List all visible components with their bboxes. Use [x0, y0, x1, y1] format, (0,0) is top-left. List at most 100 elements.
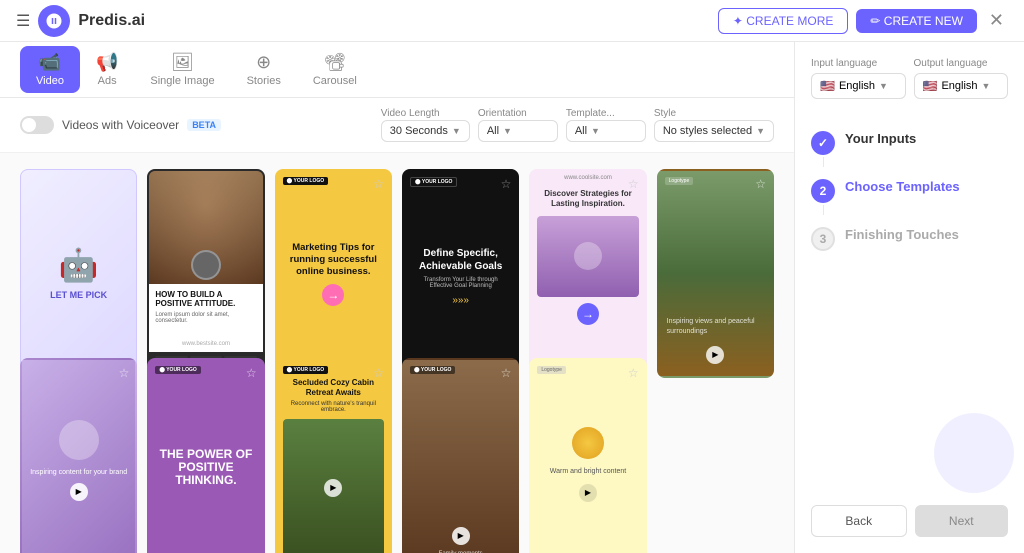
output-language-value: English: [941, 80, 977, 92]
step-2-content: Choose Templates: [845, 179, 960, 194]
template-card-5[interactable]: ☆ www.coolsite.com Discover Strategies f…: [529, 169, 646, 378]
bookmark-icon[interactable]: ☆: [373, 177, 384, 191]
ads-tab-label: Ads: [98, 75, 117, 87]
chevron-down-icon: ▼: [879, 81, 888, 91]
template-5-title: Discover Strategies for Lasting Inspirat…: [537, 189, 638, 210]
video-length-label: Video Length: [381, 108, 470, 119]
template-card-7[interactable]: ☆ Inspiring content for your brand ▶: [20, 358, 137, 553]
tab-ads[interactable]: 📢 Ads: [80, 46, 134, 93]
logo-text: Predis.ai: [78, 12, 145, 30]
tab-stories[interactable]: ⊕ Stories: [231, 46, 297, 93]
play-button-9[interactable]: ▶: [324, 479, 342, 497]
logo-badge-8: ⬤ YOUR LOGO: [155, 366, 200, 374]
template-card-3[interactable]: ☆ ⬤ YOUR LOGO Marketing Tips for running…: [275, 169, 392, 378]
template-card-2[interactable]: ☆ HOW TO BUILD A POSITIVE ATTITUDE. Lore…: [147, 169, 264, 378]
step-3-title: Finishing Touches: [845, 227, 959, 242]
top-bar: ☰ Predis.ai ✦ CREATE MORE ✏ CREATE NEW ✕: [0, 0, 1024, 42]
step-2-title: Choose Templates: [845, 179, 960, 194]
chevron-down-icon: ▼: [503, 126, 512, 136]
template-4-title: Define Specific, Achievable Goals: [412, 248, 509, 273]
back-button[interactable]: Back: [811, 505, 907, 537]
bookmark-icon[interactable]: ☆: [501, 366, 512, 380]
bookmark-icon[interactable]: ☆: [755, 177, 766, 191]
template-card-6[interactable]: ☆ Logotype Inspiring views and peaceful …: [657, 169, 774, 378]
arrow-button-3: →: [322, 284, 344, 306]
tab-single-image[interactable]: 🖼 Single Image: [134, 46, 230, 93]
single-image-tab-icon: 🖼: [171, 52, 194, 73]
input-language-select[interactable]: 🇺🇸 English ▼: [811, 73, 906, 99]
style-select[interactable]: No styles selected ▼: [654, 120, 774, 142]
step-choose-templates: 2 Choose Templates: [811, 167, 1008, 215]
template-card-11[interactable]: ☆ Logotype Warm and bright content ▶: [529, 358, 646, 553]
output-flag-icon: 🇺🇸: [923, 79, 938, 93]
video-tab-icon: 📹: [39, 52, 61, 73]
close-button[interactable]: ✕: [985, 6, 1008, 35]
carousel-tab-label: Carousel: [313, 75, 357, 87]
style-filter[interactable]: Style No styles selected ▼: [654, 108, 774, 142]
orientation-filter[interactable]: Orientation All ▼: [478, 108, 558, 142]
video-length-filter[interactable]: Video Length 30 Seconds ▼: [381, 108, 470, 142]
step-2-circle: 2: [811, 179, 835, 203]
template-grid: 🤖 LET ME PICK ☆ HOW TO BUILD A POSITIVE …: [0, 153, 794, 553]
logo-badge-10: ⬤ YOUR LOGO: [410, 366, 455, 374]
let-me-pick-card[interactable]: 🤖 LET ME PICK: [20, 169, 137, 378]
tab-bar: 📹 Video 📢 Ads 🖼 Single Image ⊕: [0, 42, 794, 98]
decorative-circle: [934, 413, 1014, 493]
template-card-4[interactable]: ☆ ⬤ YOUR LOGO Define Specific, Achievabl…: [402, 169, 519, 378]
play-button-10[interactable]: ▶: [452, 527, 470, 545]
next-button[interactable]: Next: [915, 505, 1009, 537]
bookmark-icon[interactable]: ☆: [501, 177, 512, 191]
template-8-title: The Power of Positive Thinking.: [157, 448, 254, 488]
input-language-value: English: [839, 80, 875, 92]
create-more-button[interactable]: ✦ CREATE MORE: [718, 8, 849, 34]
bookmark-icon[interactable]: ☆: [246, 366, 257, 380]
single-image-tab-label: Single Image: [150, 75, 214, 87]
template-card-8[interactable]: ☆ ⬤ YOUR LOGO The Power of Positive Thin…: [147, 358, 264, 553]
video-tab-label: Video: [36, 75, 64, 87]
chevron-down-icon: ▼: [452, 126, 461, 136]
step-3-content: Finishing Touches: [845, 227, 959, 242]
play-button-7[interactable]: ▶: [70, 483, 88, 501]
filter-group: Video Length 30 Seconds ▼ Orientation Al…: [381, 108, 774, 142]
tab-carousel[interactable]: 📽 Carousel: [297, 46, 373, 93]
sidebar-actions: Back Next: [811, 505, 1008, 537]
voiceover-toggle[interactable]: Videos with Voiceover BETA: [20, 116, 221, 134]
orientation-select[interactable]: All ▼: [478, 120, 558, 142]
play-button-11[interactable]: ▶: [579, 484, 597, 502]
bookmark-icon[interactable]: ☆: [373, 366, 384, 380]
voiceover-label: Videos with Voiceover: [62, 118, 179, 132]
template-label: Template...: [566, 108, 646, 119]
logo-badge-4: ⬤ YOUR LOGO: [410, 177, 457, 187]
let-me-pick-label: LET ME PICK: [50, 290, 107, 301]
logo-icon: [38, 5, 70, 37]
tab-video[interactable]: 📹 Video: [20, 46, 80, 93]
top-bar-right: ✦ CREATE MORE ✏ CREATE NEW ✕: [718, 6, 1008, 35]
step-your-inputs: ✓ Your Inputs: [811, 119, 1008, 167]
logo-badge-9: ⬤ YOUR LOGO: [283, 366, 328, 374]
play-button-6[interactable]: ▶: [706, 346, 724, 364]
bookmark-icon[interactable]: ☆: [119, 366, 130, 380]
sidebar: Input language 🇺🇸 English ▼ Output langu…: [794, 42, 1024, 553]
template-card-9[interactable]: ☆ ⬤ YOUR LOGO Secluded Cozy Cabin Retrea…: [275, 358, 392, 553]
template-card-10[interactable]: ☆ ⬤ YOUR LOGO ▶ Family moments: [402, 358, 519, 553]
template-2-title: HOW TO BUILD A POSITIVE ATTITUDE.: [155, 290, 256, 309]
chevron-down-icon: ▼: [756, 126, 765, 136]
output-language-group: Output language 🇺🇸 English ▼: [914, 58, 1009, 99]
chevron-down-icon: ▼: [591, 126, 600, 136]
template-filter[interactable]: Template... All ▼: [566, 108, 646, 142]
create-new-button[interactable]: ✏ CREATE NEW: [856, 9, 977, 33]
content-area: 📹 Video 📢 Ads 🖼 Single Image ⊕: [0, 42, 794, 553]
menu-icon[interactable]: ☰: [16, 11, 30, 31]
top-bar-left: ☰ Predis.ai: [16, 5, 145, 37]
voiceover-switch[interactable]: [20, 116, 54, 134]
output-language-select[interactable]: 🇺🇸 English ▼: [914, 73, 1009, 99]
input-language-label: Input language: [811, 58, 906, 69]
chevron-down-icon: ▼: [982, 81, 991, 91]
style-label: Style: [654, 108, 774, 119]
input-language-group: Input language 🇺🇸 English ▼: [811, 58, 906, 99]
input-flag-icon: 🇺🇸: [820, 79, 835, 93]
video-length-select[interactable]: 30 Seconds ▼: [381, 120, 470, 142]
template-select[interactable]: All ▼: [566, 120, 646, 142]
bookmark-icon[interactable]: ☆: [628, 366, 639, 380]
template-2-url: www.bestsite.com: [182, 341, 230, 347]
